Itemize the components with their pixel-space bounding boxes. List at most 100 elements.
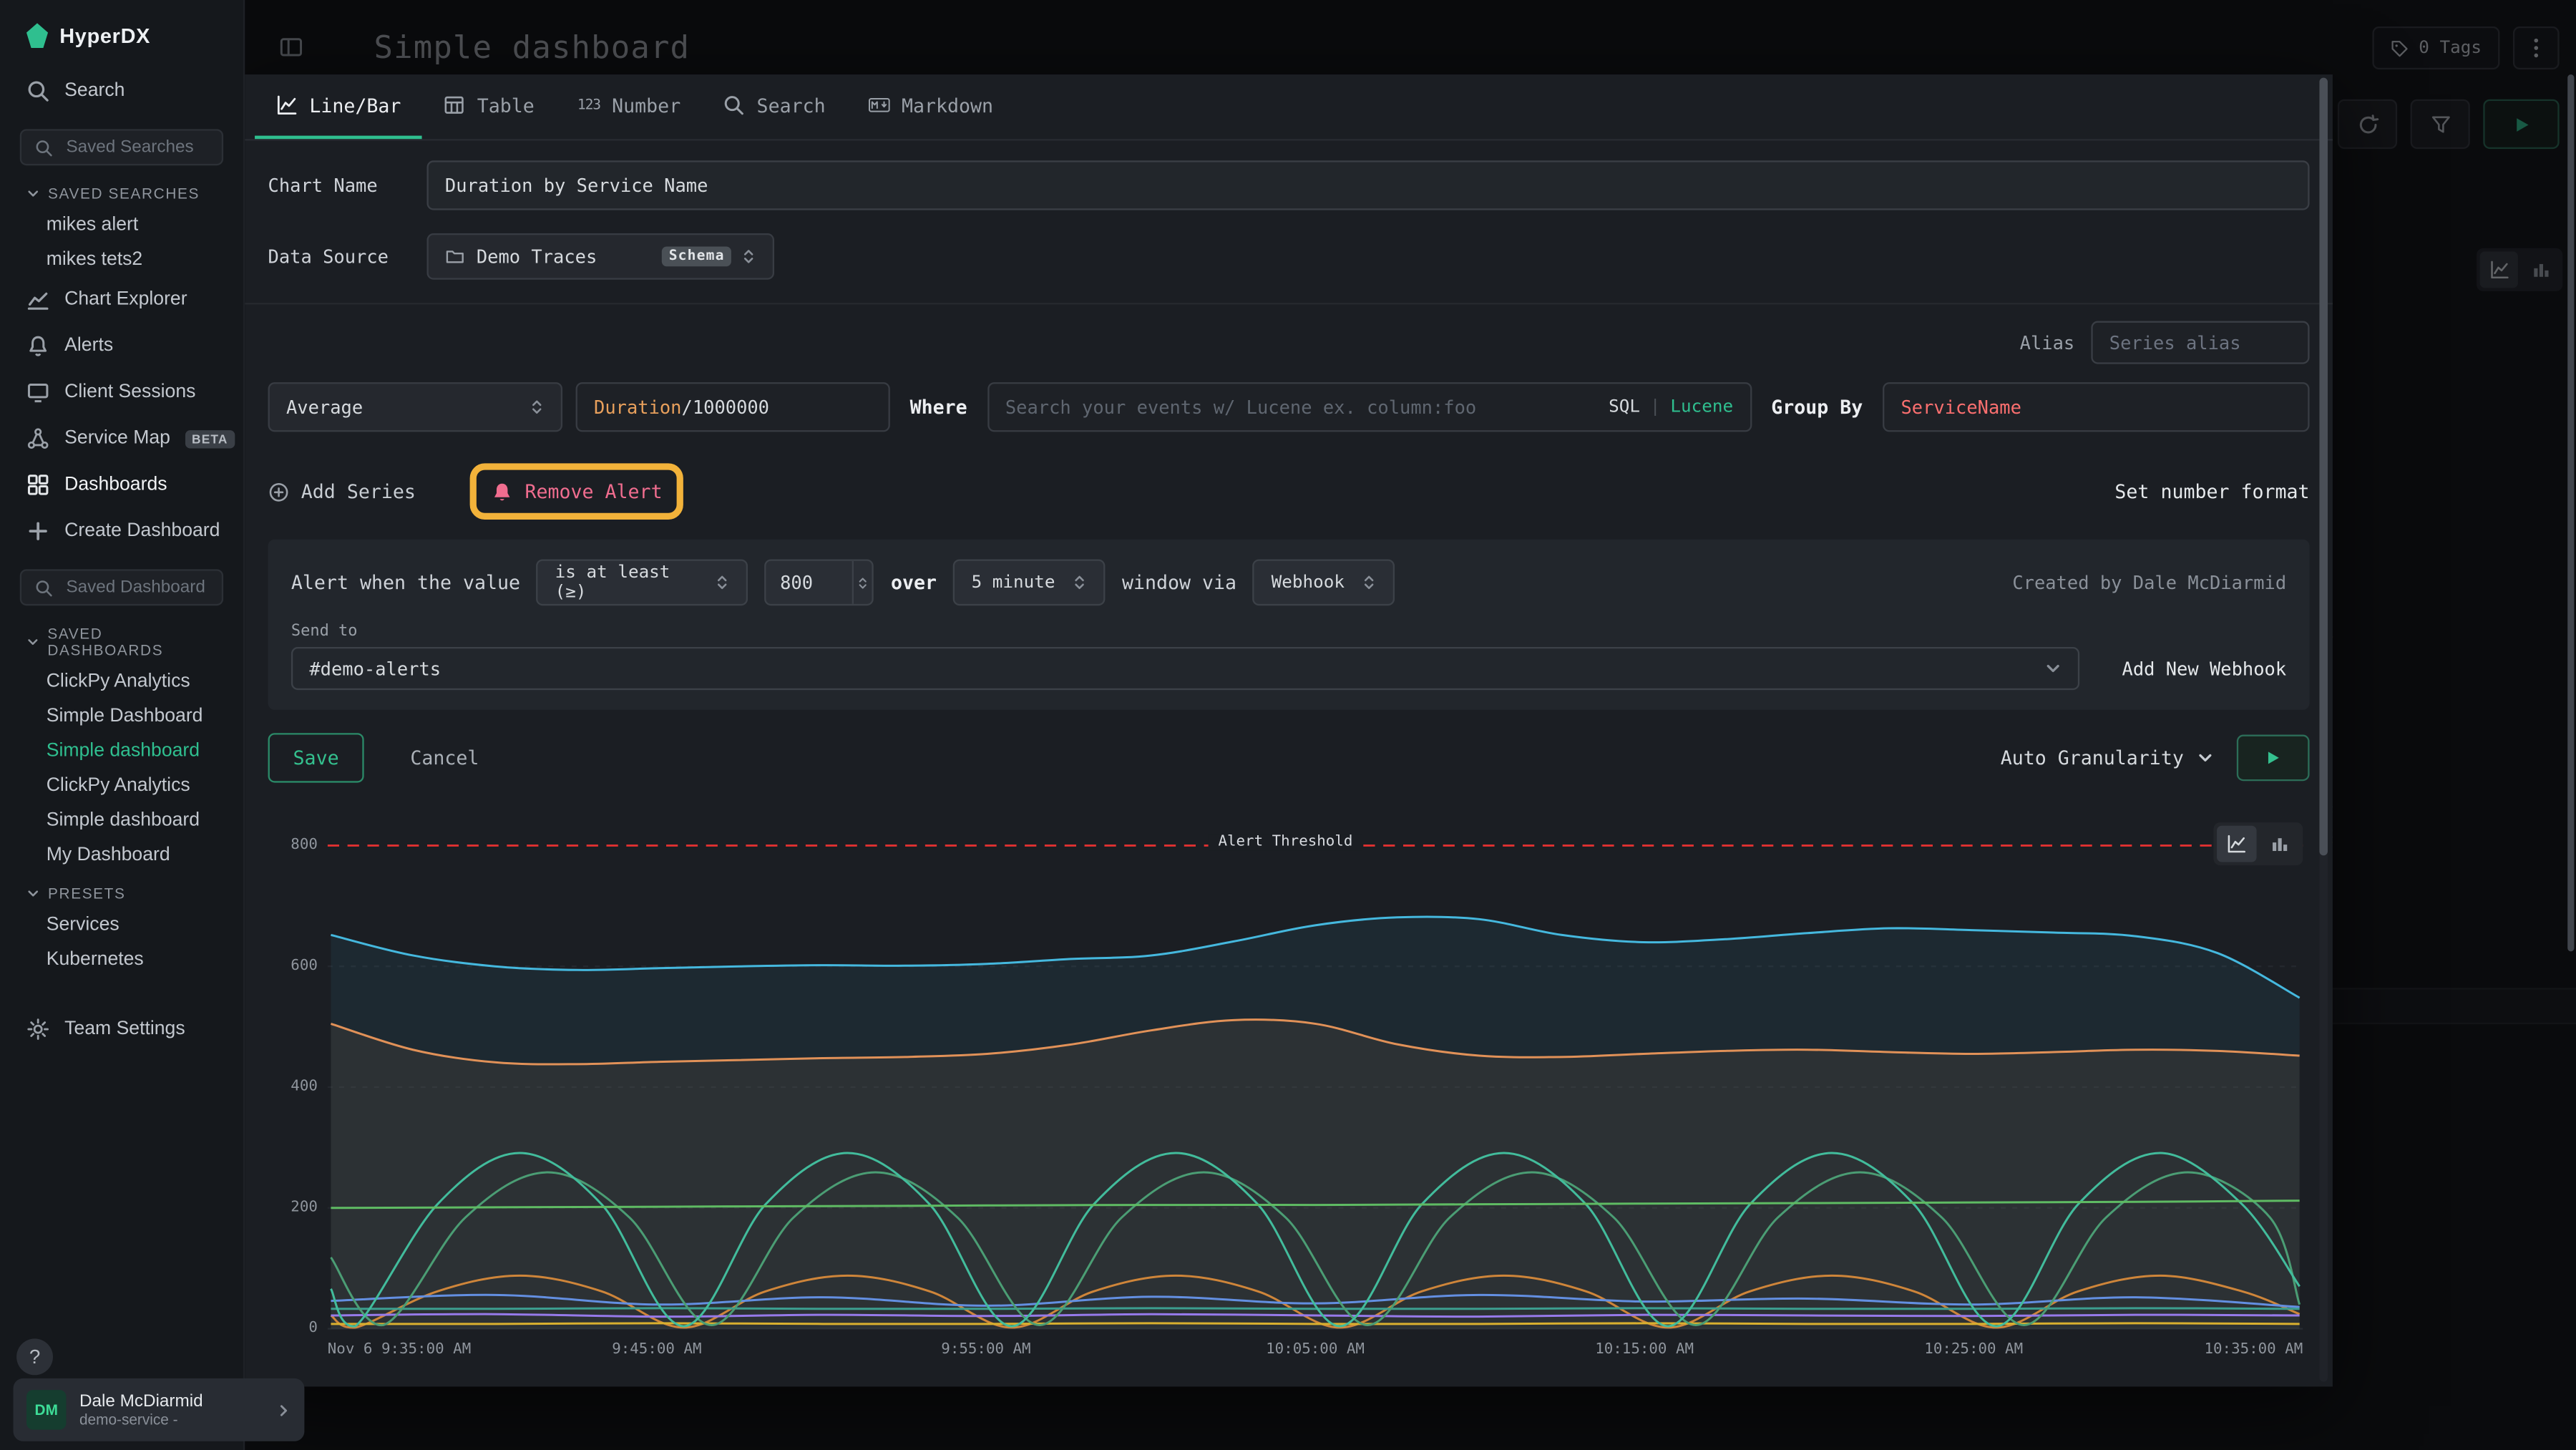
y-tick-800: 800 bbox=[291, 836, 318, 856]
chevron-down-icon bbox=[26, 636, 39, 648]
brand-row: HyperDX bbox=[0, 0, 243, 68]
chart-name-input[interactable] bbox=[426, 160, 2309, 210]
alert-config-panel: Alert when the value is at least (≥) ove… bbox=[268, 540, 2310, 710]
sidebar-item-search[interactable]: Search bbox=[0, 68, 243, 115]
saved-dashboards-header[interactable]: SAVED DASHBOARDS bbox=[0, 612, 243, 663]
tab-markdown[interactable]: Markdown bbox=[847, 74, 1015, 139]
create-dashboard-button[interactable]: Create Dashboard bbox=[0, 508, 243, 555]
modal-scrollbar[interactable] bbox=[2319, 78, 2328, 1382]
tab-table[interactable]: Table bbox=[422, 74, 555, 139]
where-placeholder: Search your events w/ Lucene ex. column:… bbox=[1005, 396, 1476, 418]
sidebar-item-alerts[interactable]: Alerts bbox=[0, 323, 243, 369]
x-tick-10-15-00-am: 10:15:00 AM bbox=[1595, 1342, 1694, 1358]
saved-search-mikes-tets2[interactable]: mikes tets2 bbox=[0, 242, 243, 277]
chart-type-tabs: Line/BarTable123NumberSearchMarkdown bbox=[245, 74, 2333, 140]
alert-channel-select[interactable]: Webhook bbox=[1253, 559, 1395, 605]
modal-body: Chart Name Data Source Demo Traces Schem… bbox=[245, 141, 2333, 783]
search-icon bbox=[723, 94, 745, 116]
tab-number[interactable]: 123Number bbox=[556, 74, 702, 139]
field-input[interactable]: Duration/1000000 bbox=[576, 382, 890, 432]
modal-scrollbar-thumb[interactable] bbox=[2319, 78, 2328, 856]
set-number-format-button[interactable]: Set number format bbox=[2114, 480, 2309, 502]
data-source-select[interactable]: Demo Traces Schema bbox=[426, 233, 774, 280]
group-by-input[interactable]: ServiceName bbox=[1883, 382, 2309, 432]
field-name: Duration bbox=[594, 396, 681, 418]
y-tick-200: 200 bbox=[291, 1198, 318, 1218]
divider bbox=[245, 303, 2333, 304]
hyperdx-logo-icon bbox=[26, 23, 48, 48]
group-by-label: Group By bbox=[1771, 396, 1863, 419]
sidebar-item-chart-explorer[interactable]: Chart Explorer bbox=[0, 276, 243, 323]
y-axis-labels: 0200400600800 bbox=[268, 822, 318, 1335]
tab-line-bar[interactable]: Line/Bar bbox=[255, 74, 422, 139]
remove-alert-wrap: Remove Alert bbox=[492, 480, 662, 502]
saved-searches-header[interactable]: SAVED SEARCHES bbox=[0, 172, 243, 207]
save-button[interactable]: Save bbox=[268, 733, 364, 782]
presets-header[interactable]: PRESETS bbox=[0, 872, 243, 907]
where-input[interactable]: Search your events w/ Lucene ex. column:… bbox=[987, 382, 1751, 432]
dashboard-item-my-dashboard-5[interactable]: My Dashboard bbox=[0, 837, 243, 872]
threshold-stepper[interactable] bbox=[853, 561, 873, 604]
sidebar: HyperDX Search SAVED SEARCHES mikes aler… bbox=[0, 0, 245, 1450]
user-menu[interactable]: DM Dale McDiarmid demo-service - bbox=[13, 1378, 304, 1441]
plus-circle-icon bbox=[268, 481, 290, 502]
123-icon: 123 bbox=[577, 97, 600, 113]
dashboard-item-simple-dashboard-4[interactable]: Simple dashboard bbox=[0, 802, 243, 837]
plus-icon bbox=[26, 520, 49, 542]
saved-searches-input[interactable] bbox=[63, 136, 208, 159]
sidebar-nav: Chart ExplorerAlertsClient SessionsServi… bbox=[0, 276, 243, 508]
dashboard-item-clickpy-analytics-0[interactable]: ClickPy Analytics bbox=[0, 663, 243, 699]
chevron-down-icon bbox=[26, 887, 39, 900]
preset-item-services[interactable]: Services bbox=[0, 907, 243, 942]
alert-window-select[interactable]: 5 minute bbox=[953, 559, 1106, 605]
sidebar-item-client-sessions[interactable]: Client Sessions bbox=[0, 369, 243, 416]
presets-list: ServicesKubernetes bbox=[0, 907, 243, 976]
avatar: DM bbox=[26, 1390, 66, 1429]
alert-threshold-value[interactable] bbox=[767, 561, 853, 604]
edit-chart-modal: Line/BarTable123NumberSearchMarkdown Cha… bbox=[245, 74, 2333, 1386]
aggregation-select[interactable]: Average bbox=[268, 382, 563, 432]
caret-updown-icon bbox=[858, 573, 869, 591]
dashboard-item-simple-dashboard-2[interactable]: Simple dashboard bbox=[0, 733, 243, 768]
line-chart-icon bbox=[2227, 834, 2247, 854]
alert-threshold-input bbox=[765, 559, 874, 605]
remove-alert-button[interactable]: Remove Alert bbox=[492, 480, 662, 502]
alert-condition-select[interactable]: is at least (≥) bbox=[537, 559, 748, 605]
series-alias-input[interactable] bbox=[2091, 321, 2309, 364]
sessions-icon bbox=[26, 381, 49, 404]
chevron-down-icon bbox=[2044, 658, 2061, 678]
help-button[interactable]: ? bbox=[16, 1338, 53, 1375]
field-suffix: /1000000 bbox=[682, 396, 769, 418]
saved-dashboards-input[interactable] bbox=[63, 576, 208, 599]
query-language-toggle[interactable]: SQL | Lucene bbox=[1609, 397, 1733, 417]
granularity-select[interactable]: Auto Granularity bbox=[2001, 746, 2214, 769]
dashboard-item-clickpy-analytics-3[interactable]: ClickPy Analytics bbox=[0, 768, 243, 803]
sidebar-item-service-map[interactable]: Service MapBETA bbox=[0, 415, 243, 462]
page-scrollbar[interactable] bbox=[2567, 74, 2574, 951]
bar-chart-toggle[interactable] bbox=[2260, 826, 2299, 862]
x-tick-10-25-00-am: 10:25:00 AM bbox=[1924, 1342, 2023, 1358]
dashboard-item-simple-dashboard-1[interactable]: Simple Dashboard bbox=[0, 699, 243, 734]
markdown-icon bbox=[869, 94, 890, 116]
add-series-button[interactable]: Add Series bbox=[268, 480, 416, 502]
sidebar-item-dashboards[interactable]: Dashboards bbox=[0, 462, 243, 508]
schema-badge: Schema bbox=[662, 246, 731, 266]
line-chart-toggle[interactable] bbox=[2217, 826, 2256, 862]
caret-updown-icon bbox=[530, 397, 545, 417]
saved-search-mikes-alert[interactable]: mikes alert bbox=[0, 207, 243, 242]
servicemap-icon bbox=[26, 427, 49, 449]
app-root: HyperDX Search SAVED SEARCHES mikes aler… bbox=[0, 0, 2576, 1450]
run-chart-button[interactable] bbox=[2237, 735, 2310, 782]
bell-icon bbox=[492, 481, 513, 502]
preset-item-kubernetes[interactable]: Kubernetes bbox=[0, 942, 243, 977]
webhook-select[interactable]: #demo-alerts bbox=[291, 647, 2079, 690]
lang-sql[interactable]: SQL bbox=[1609, 397, 1640, 417]
dashboards-icon bbox=[26, 473, 49, 496]
sidebar-item-team-settings[interactable]: Team Settings bbox=[0, 1006, 243, 1053]
lang-lucene[interactable]: Lucene bbox=[1670, 397, 1733, 417]
play-icon bbox=[2265, 749, 2281, 766]
add-new-webhook-button[interactable]: Add New Webhook bbox=[2122, 658, 2287, 679]
search-icon bbox=[35, 138, 53, 156]
tab-search[interactable]: Search bbox=[702, 74, 847, 139]
cancel-button[interactable]: Cancel bbox=[410, 746, 479, 769]
